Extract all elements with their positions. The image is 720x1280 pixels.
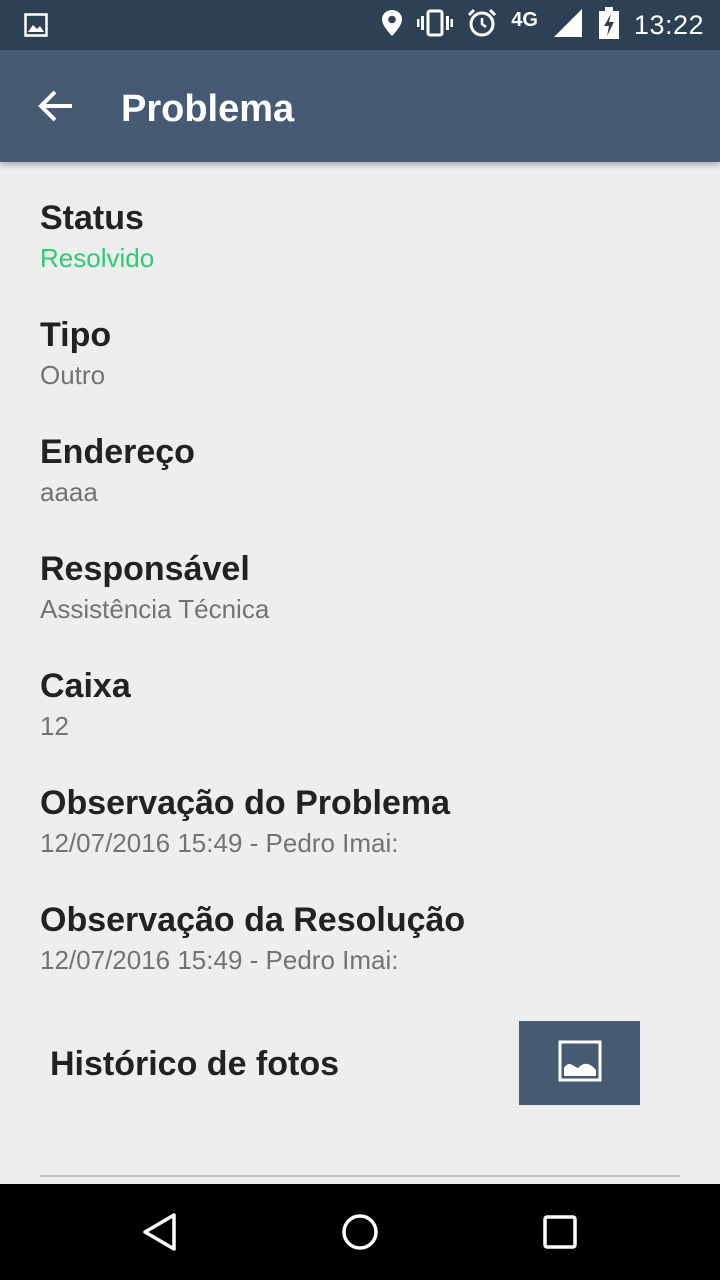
field-value: 12/07/2016 15:49 - Pedro Imai: [40, 828, 399, 858]
field-value: 12 [40, 711, 69, 741]
field-value: aaaa [40, 477, 98, 507]
image-notification-icon [24, 13, 48, 42]
photo-history-label: Histórico de fotos [50, 1045, 340, 1083]
alarm-icon [467, 8, 497, 43]
field-value: 12/07/2016 15:49 - Pedro Imai: [40, 945, 399, 975]
field-label: Observação do Problema [40, 784, 451, 822]
field-caixa: Caixa 12 [40, 666, 131, 744]
image-icon [558, 1040, 602, 1087]
field-value: Assistência Técnica [40, 594, 270, 624]
field-endereco: Endereço aaaa [40, 432, 195, 510]
field-value: Outro [40, 360, 106, 390]
vibrate-icon [417, 9, 454, 42]
photo-history-row: Histórico de fotos [0, 1021, 720, 1105]
field-label: Status [40, 199, 144, 237]
page-title: Problema [121, 88, 295, 130]
back-triangle-icon[interactable] [140, 1212, 180, 1252]
field-label: Tipo [40, 316, 112, 354]
field-label: Observação da Resolução [40, 901, 466, 939]
navigation-bar [0, 1184, 720, 1280]
status-bar: 4G 13:22 [0, 0, 720, 50]
field-label: Endereço [40, 433, 195, 471]
field-observacao-resolucao: Observação da Resolução 12/07/2016 15:49… [40, 900, 465, 978]
field-status: Status Resolvido [40, 198, 154, 276]
field-label: Caixa [40, 667, 131, 705]
field-label: Responsável [40, 550, 250, 588]
network-type: 4G [511, 8, 538, 31]
arrow-back-icon[interactable] [38, 88, 74, 124]
location-icon [381, 9, 403, 42]
battery-charging-icon [598, 6, 620, 44]
status-value: Resolvido [40, 243, 155, 273]
field-tipo: Tipo Outro [40, 315, 111, 393]
signal-icon [552, 8, 584, 43]
divider [40, 1175, 680, 1177]
app-bar: Problema [0, 50, 720, 162]
recents-square-icon[interactable] [540, 1212, 580, 1252]
field-observacao-problema: Observação do Problema 12/07/2016 15:49 … [40, 783, 450, 861]
photo-history-button[interactable] [519, 1021, 640, 1105]
home-circle-icon[interactable] [340, 1212, 380, 1252]
field-responsavel: Responsável Assistência Técnica [40, 549, 269, 627]
clock: 13:22 [633, 9, 704, 40]
